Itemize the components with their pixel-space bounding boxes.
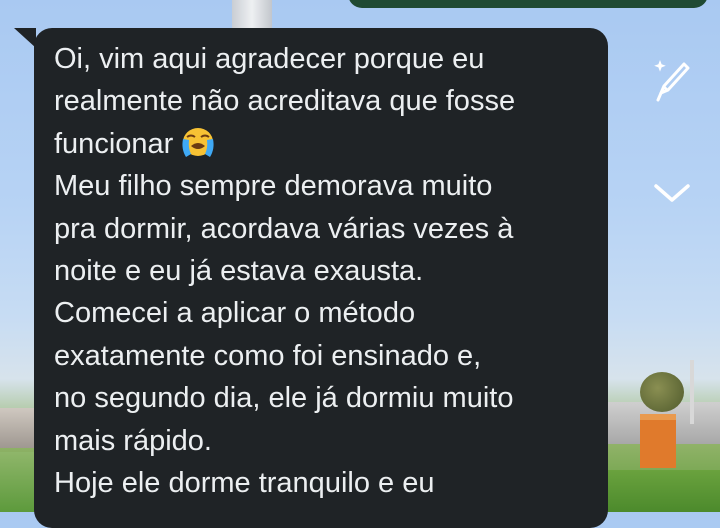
message-text[interactable]: Oi, vim aqui agradecer porque eu realmen…: [54, 38, 594, 504]
loudly-crying-face-icon: [179, 125, 217, 159]
expand-button[interactable]: [650, 176, 694, 212]
message-line: exatamente como foi ensinado e,: [54, 339, 482, 372]
monument: [232, 0, 272, 30]
light-pole: [690, 360, 694, 424]
message-line: mais rápido.: [54, 424, 212, 457]
building-right: [604, 402, 720, 444]
grass-left: [0, 452, 34, 512]
message-line: noite e eu já estava exausta.: [54, 255, 424, 288]
message-line: no segundo dia, ele já dormiu muito: [54, 382, 514, 415]
grass-right: [604, 470, 720, 512]
message-line: funcionar: [54, 123, 594, 165]
message-line: Comecei a aplicar o método: [54, 297, 416, 330]
kiosk: [640, 414, 676, 468]
chevron-down-icon: [654, 184, 690, 202]
message-line: Oi, vim aqui agradecer porque eu: [54, 43, 485, 75]
ai-edit-button[interactable]: [650, 58, 694, 108]
sparkle-pen-icon: [654, 60, 690, 102]
message-line-text: funcionar: [54, 127, 174, 160]
building-left: [0, 408, 34, 448]
message-line: pra dormir, acordava várias vezes à: [54, 212, 514, 245]
message-line: Meu filho sempre demorava muito: [54, 170, 493, 203]
message-line: realmente não acreditava que fosse: [54, 85, 516, 118]
tree: [640, 372, 684, 412]
message-bubble-tail: [14, 28, 36, 48]
message-line: Hoje ele dorme tranquilo e eu: [54, 467, 435, 500]
previous-message-bubble: [348, 0, 708, 8]
